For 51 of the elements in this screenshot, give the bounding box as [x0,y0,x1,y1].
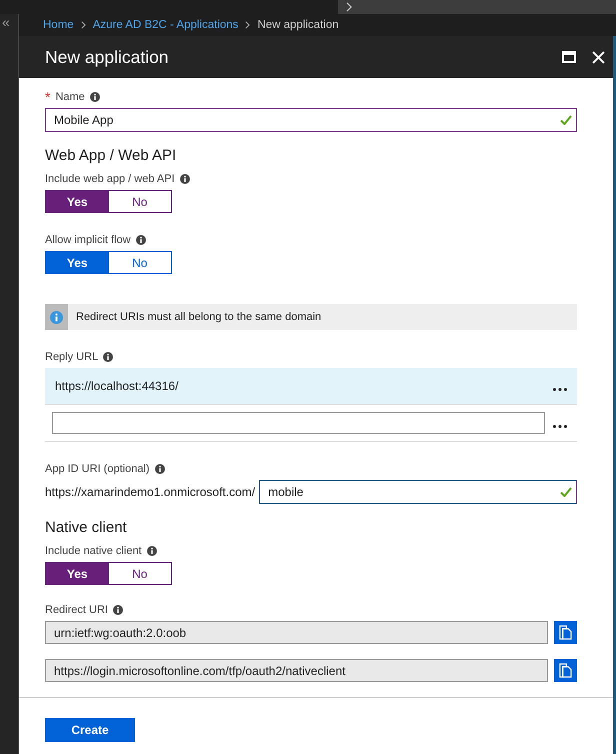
search-field[interactable] [338,0,616,14]
field-label: Name [55,91,85,103]
copy-button[interactable] [554,659,577,682]
copy-button[interactable] [554,621,577,644]
field-label: Reply URL [45,351,98,363]
field-label: Redirect URI [45,604,108,616]
collapse-button[interactable]: « [0,15,10,29]
required-asterisk: * [45,89,50,105]
reply-url-value: https://localhost:44316/ [55,379,180,393]
toggle-option[interactable]: Yes [46,191,108,212]
info-icon [180,174,190,184]
name-field[interactable]: Mobile App [45,108,577,132]
create-button[interactable]: Create [45,718,135,742]
chevron-icon [346,2,353,12]
info-icon [154,464,165,474]
app-id-field[interactable]: mobile [259,480,577,504]
blade-title: New application [45,46,169,68]
info-message: Redirect URIs must all belong to the same domain [76,311,322,323]
reply-url-field[interactable] [52,412,545,434]
info-icon [146,546,157,556]
section-heading: Native client [45,519,128,536]
close-button[interactable] [590,48,607,66]
copy-icon [559,625,572,640]
section-heading: Web App / Web API [45,147,178,164]
copy-icon [559,663,572,678]
info-icon [136,235,146,245]
checkmark-icon [560,115,572,125]
field-label: Include native client [45,545,142,557]
chevron-icon [80,21,86,29]
close-icon [592,50,605,64]
breadcrumb-link[interactable]: Azure AD B2C - Applications [92,19,238,31]
field-label: Include web app / web API [45,173,175,185]
redirect-uri-field[interactable]: https://login.microsoftonline.com/tfp/oauth2/nativeclient [45,659,548,682]
chevron-icon [245,21,250,29]
breadcrumb-link[interactable]: Home [43,19,74,31]
toggle-option[interactable]: Yes [46,252,108,273]
info-icon [112,605,123,615]
info-icon [90,92,100,102]
redirect-uri-field[interactable]: urn:ietf:wg:oauth:2.0:oob [45,621,548,644]
info-icon [50,310,63,324]
more-icon [553,424,567,428]
toggle-option[interactable]: Yes [46,563,108,584]
breadcrumb-current: New application [257,19,339,31]
field-label: App ID URI (optional) [45,463,150,475]
field-label: Allow implicit flow [45,234,131,246]
more-icon [553,388,567,390]
maximize-button[interactable] [560,49,578,65]
maximize-icon [562,51,576,63]
checkmark-icon [560,487,572,497]
uri-prefix: https://xamarindemo1.onmicrosoft.com/ [45,485,256,499]
info-icon [103,352,114,362]
